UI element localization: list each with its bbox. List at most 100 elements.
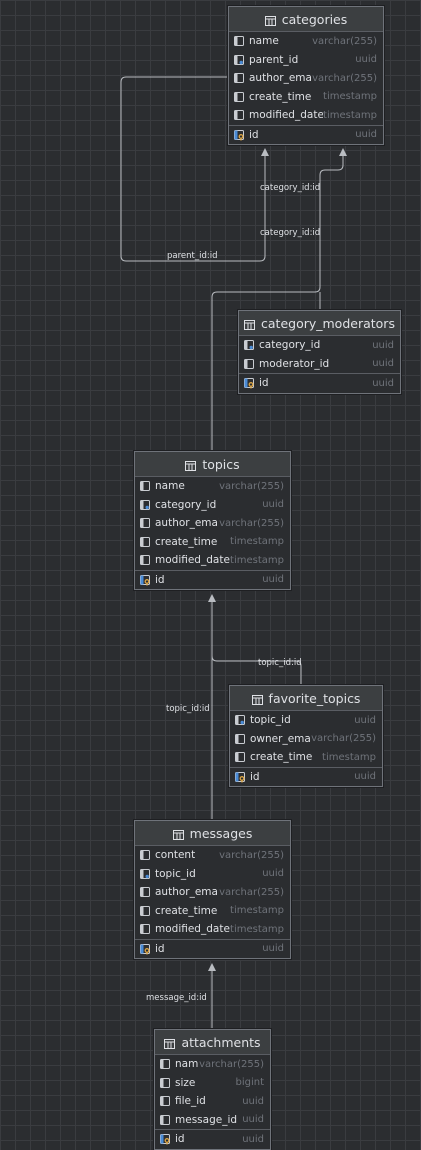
column-row[interactable]: message_id uuid	[155, 1111, 270, 1130]
column-type: timestamp	[230, 923, 284, 935]
table-category-moderators[interactable]: category_moderators category_id uuid modera…	[238, 310, 401, 394]
table-messages[interactable]: messages content varchar(255) topic_id uuid a…	[134, 820, 291, 959]
column-type: uuid	[372, 377, 394, 389]
column-row[interactable]: author_email varchar(255)	[229, 69, 383, 88]
relation-label-parent: parent_id:id	[167, 251, 218, 261]
column-type: timestamp	[230, 905, 284, 917]
table-favorite-topics[interactable]: favorite_topics topic_id uuid owner_email va…	[229, 685, 383, 787]
column-type: timestamp	[323, 91, 377, 103]
column-row[interactable]: modified_date timestamp	[135, 551, 290, 570]
column-name: id	[155, 942, 165, 955]
column-name: modified_date	[155, 923, 230, 936]
column-row[interactable]: id uuid	[135, 938, 290, 959]
column-icon	[233, 35, 245, 47]
column-name: owner_email	[250, 732, 312, 745]
table-header[interactable]: category_moderators	[239, 311, 400, 336]
column-row[interactable]: file_id uuid	[155, 1092, 270, 1111]
table-topics[interactable]: topics name varchar(255) category_id uuid aut…	[134, 451, 291, 590]
column-row[interactable]: parent_id uuid	[229, 51, 383, 70]
table-title: topics	[202, 456, 240, 472]
column-name: name	[175, 1058, 199, 1071]
column-icon	[233, 109, 245, 121]
column-type: uuid	[262, 943, 284, 955]
primary-key-icon	[139, 574, 151, 586]
column-name: size	[175, 1076, 196, 1089]
column-row[interactable]: id uuid	[230, 766, 382, 787]
table-header[interactable]: favorite_topics	[230, 686, 382, 711]
column-row[interactable]: id uuid	[239, 373, 400, 393]
primary-key-icon	[243, 377, 255, 389]
column-name: moderator_id	[259, 357, 330, 370]
primary-key-icon	[139, 943, 151, 955]
column-row[interactable]: content varchar(255)	[135, 846, 290, 865]
table-header[interactable]: messages	[135, 821, 290, 846]
column-type: varchar(255)	[199, 1058, 264, 1070]
column-icon	[139, 554, 151, 566]
table-categories[interactable]: categories name varchar(255) parent_id uuid a…	[228, 6, 384, 145]
column-row[interactable]: id uuid	[155, 1129, 270, 1149]
column-icon	[159, 1077, 171, 1089]
column-name: author_email	[249, 72, 313, 85]
column-row[interactable]: namevarchar(255)	[135, 477, 290, 496]
column-type: uuid	[354, 771, 376, 783]
column-type: varchar(255)	[219, 480, 284, 492]
column-icon	[243, 358, 255, 370]
column-row[interactable]: create_time timestamp	[230, 748, 382, 767]
foreign-key-column-icon	[139, 499, 151, 511]
column-name: message_id	[175, 1113, 238, 1126]
column-row[interactable]: create_time timestamp	[135, 902, 290, 921]
column-row[interactable]: topic_id uuid	[230, 711, 382, 730]
arrowhead-categories-left	[261, 148, 269, 156]
table-header[interactable]: attachments	[155, 1030, 270, 1055]
column-type: uuid	[372, 339, 394, 351]
column-type: uuid	[262, 574, 284, 586]
column-row[interactable]: create_time timestamp	[229, 88, 383, 107]
table-title: messages	[189, 825, 253, 841]
column-type: uuid	[355, 129, 377, 141]
column-row[interactable]: moderator_id uuid	[239, 355, 400, 374]
relation-label-favorite-topic: topic_id:id	[258, 658, 302, 668]
column-type: varchar(255)	[311, 733, 376, 745]
column-icon	[159, 1058, 171, 1070]
column-type: varchar(255)	[219, 849, 284, 861]
column-icon	[139, 849, 151, 861]
column-name: modified_date	[249, 109, 324, 122]
column-row[interactable]: namevarchar(255)	[229, 32, 383, 51]
column-row[interactable]: create_time timestamp	[135, 533, 290, 552]
column-type: uuid	[242, 1114, 264, 1126]
column-row[interactable]: owner_email varchar(255)	[230, 730, 382, 749]
table-title: favorite_topics	[268, 690, 361, 706]
column-row[interactable]: author_email varchar(255)	[135, 514, 290, 533]
arrowhead-messages	[208, 963, 216, 971]
table-header[interactable]: topics	[135, 452, 290, 477]
column-row[interactable]: id uuid	[135, 569, 290, 590]
column-type: varchar(255)	[312, 35, 377, 47]
column-row[interactable]: category_id uuid	[135, 496, 290, 515]
column-name: create_time	[155, 535, 218, 548]
column-row[interactable]: category_id uuid	[239, 336, 400, 355]
column-row[interactable]: author_email varchar(255)	[135, 883, 290, 902]
table-icon	[172, 828, 184, 840]
table-title: category_moderators	[261, 315, 395, 331]
column-row[interactable]: modified_date timestamp	[229, 106, 383, 125]
column-icon	[234, 751, 246, 763]
column-row[interactable]: modified_date timestamp	[135, 920, 290, 939]
column-row[interactable]: size bigint	[155, 1074, 270, 1093]
column-icon	[139, 536, 151, 548]
column-icon	[159, 1114, 171, 1126]
column-type: varchar(255)	[312, 72, 377, 84]
column-type: varchar(255)	[219, 886, 284, 898]
column-row[interactable]: id uuid	[229, 124, 383, 145]
column-type: timestamp	[230, 536, 284, 548]
arrowhead-categories-right	[339, 148, 347, 156]
column-row[interactable]: topic_id uuid	[135, 865, 290, 884]
table-attachments[interactable]: attachmentsnamevarchar(255)sizebigintfil…	[154, 1029, 271, 1150]
column-name: content	[155, 849, 196, 862]
table-icon	[164, 1037, 176, 1049]
column-icon	[159, 1095, 171, 1107]
column-type: timestamp	[322, 751, 376, 763]
table-header[interactable]: categories	[229, 7, 383, 32]
column-row[interactable]: namevarchar(255)	[155, 1055, 270, 1074]
relation-line-favorite-topic	[211, 596, 302, 686]
table-title: categories	[281, 11, 348, 27]
